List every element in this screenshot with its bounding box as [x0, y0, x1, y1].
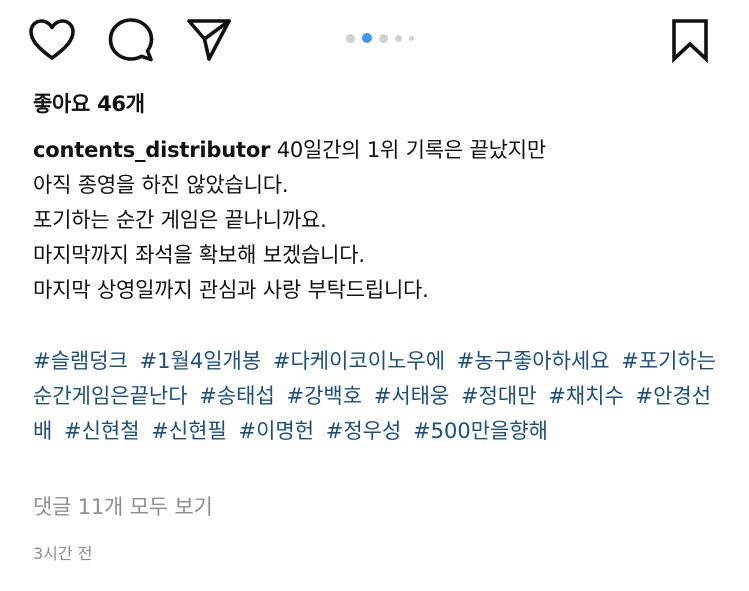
username-link[interactable]: contents_distributor [33, 138, 270, 162]
hashtag-link[interactable]: #신현필 [151, 419, 227, 443]
hashtag-link[interactable]: #서태웅 [374, 384, 450, 408]
heart-outline-icon [29, 19, 75, 60]
comment-button[interactable] [105, 14, 157, 66]
hashtag-link[interactable]: #채치수 [548, 384, 624, 408]
post-timestamp: 3시간 전 [33, 544, 93, 563]
carousel-dot [379, 33, 388, 43]
likes-count[interactable]: 좋아요 46개 [33, 88, 145, 118]
hashtag-list: #슬램덩크 #1월4일개봉 #다케이코이노우에 #농구좋아하세요 #포기하는순간… [33, 344, 723, 449]
bookmark-outline-icon [672, 19, 708, 63]
hashtag-link[interactable]: #정우성 [326, 419, 402, 443]
like-button[interactable] [26, 14, 78, 66]
caption-line: 마지막 상영일까지 관심과 사랑 부탁드립니다. [33, 278, 429, 302]
hashtag-link[interactable]: #농구좋아하세요 [457, 349, 610, 373]
hashtag-link[interactable]: #슬램덩크 [33, 349, 128, 373]
save-button[interactable] [664, 14, 716, 66]
share-button[interactable] [183, 14, 235, 66]
carousel-dot [346, 33, 355, 43]
hashtag-link[interactable]: #송태섭 [199, 384, 275, 408]
hashtag-link[interactable]: #이명헌 [239, 419, 315, 443]
carousel-dot [395, 34, 402, 42]
carousel-dot [409, 35, 414, 41]
caption-line: 포기하는 순간 게임은 끝나니까요. [33, 208, 327, 232]
view-all-comments-link[interactable]: 댓글 11개 모두 보기 [33, 491, 213, 521]
paper-plane-icon [187, 19, 231, 61]
carousel-dot-active [362, 33, 372, 43]
caption-line: 마지막까지 좌석을 확보해 보겠습니다. [33, 243, 365, 267]
speech-bubble-icon [108, 18, 154, 62]
post-caption: contents_distributor 40일간의 1위 기록은 끝났지만 아… [33, 133, 733, 308]
carousel-indicator [346, 33, 414, 43]
hashtag-link[interactable]: #다케이코이노우에 [273, 349, 445, 373]
hashtag-link[interactable]: #강백호 [287, 384, 363, 408]
caption-text: 40일간의 1위 기록은 끝났지만 [276, 138, 546, 162]
hashtag-link[interactable]: #1월4일개봉 [140, 349, 262, 373]
hashtag-link[interactable]: #500만을향해 [413, 419, 548, 443]
caption-line: 아직 종영을 하진 않았습니다. [33, 173, 289, 197]
hashtag-link[interactable]: #정대만 [461, 384, 537, 408]
post-action-bar [0, 0, 749, 84]
hashtag-link[interactable]: #신현철 [64, 419, 140, 443]
caption-line: contents_distributor 40일간의 1위 기록은 끝났지만 [33, 133, 733, 168]
